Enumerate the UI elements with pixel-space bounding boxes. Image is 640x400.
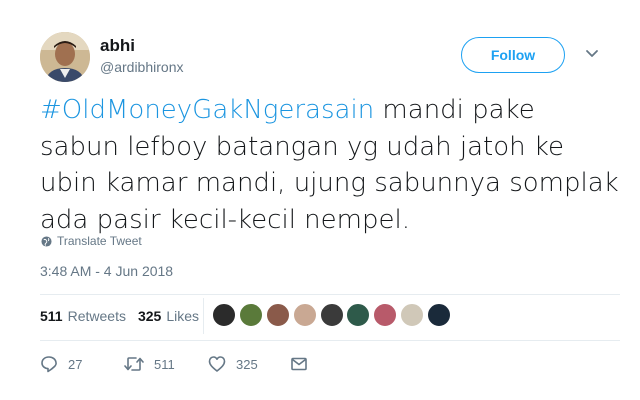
- reply-button[interactable]: 27: [40, 355, 124, 373]
- reply-icon: [41, 356, 57, 373]
- globe-icon: [41, 235, 52, 247]
- likes-label[interactable]: Likes: [166, 308, 199, 324]
- avatar[interactable]: [40, 32, 90, 82]
- user-name[interactable]: abhi: [100, 36, 135, 56]
- liker-avatar[interactable]: [427, 303, 452, 327]
- retweets-label[interactable]: Retweets: [68, 308, 126, 324]
- like-button[interactable]: 325: [208, 355, 290, 373]
- liker-avatar[interactable]: [238, 303, 263, 327]
- liker-avatars: [212, 303, 454, 327]
- reply-count: 27: [68, 356, 83, 372]
- liker-avatar[interactable]: [400, 303, 425, 327]
- hashtag-link[interactable]: #OldMoneyGakNgerasain: [40, 95, 374, 125]
- user-handle[interactable]: @ardibhironx: [100, 59, 183, 75]
- liker-avatar[interactable]: [265, 303, 290, 327]
- retweet-count: 511: [154, 356, 175, 372]
- retweet-icon: [124, 357, 144, 371]
- retweets-count[interactable]: 511: [40, 308, 63, 324]
- liker-avatar[interactable]: [346, 303, 371, 327]
- like-count: 325: [236, 356, 258, 372]
- envelope-icon: [291, 357, 307, 371]
- liker-avatar[interactable]: [212, 303, 236, 327]
- timestamp[interactable]: 3:48 AM - 4 Jun 2018: [40, 263, 173, 279]
- liker-avatar[interactable]: [373, 303, 398, 327]
- avatar-image: [40, 32, 90, 82]
- divider: [40, 294, 620, 295]
- stats-row: 511 Retweets 325 Likes: [40, 302, 211, 330]
- retweet-button[interactable]: 511: [124, 355, 208, 373]
- stats-separator: [203, 298, 204, 334]
- chevron-down-icon[interactable]: [585, 49, 599, 59]
- liker-avatar[interactable]: [319, 303, 344, 327]
- translate-tweet-label: Translate Tweet: [57, 234, 142, 248]
- direct-message-button[interactable]: [290, 355, 308, 373]
- liker-avatar[interactable]: [292, 303, 317, 327]
- likes-count[interactable]: 325: [138, 308, 161, 324]
- heart-icon: [208, 356, 226, 372]
- tweet-text: #OldMoneyGakNgerasain mandi pake sabun l…: [40, 92, 620, 238]
- translate-tweet-link[interactable]: Translate Tweet: [41, 234, 142, 248]
- follow-button[interactable]: Follow: [461, 37, 565, 73]
- divider: [40, 340, 620, 341]
- action-bar: 27 511 325: [40, 352, 308, 376]
